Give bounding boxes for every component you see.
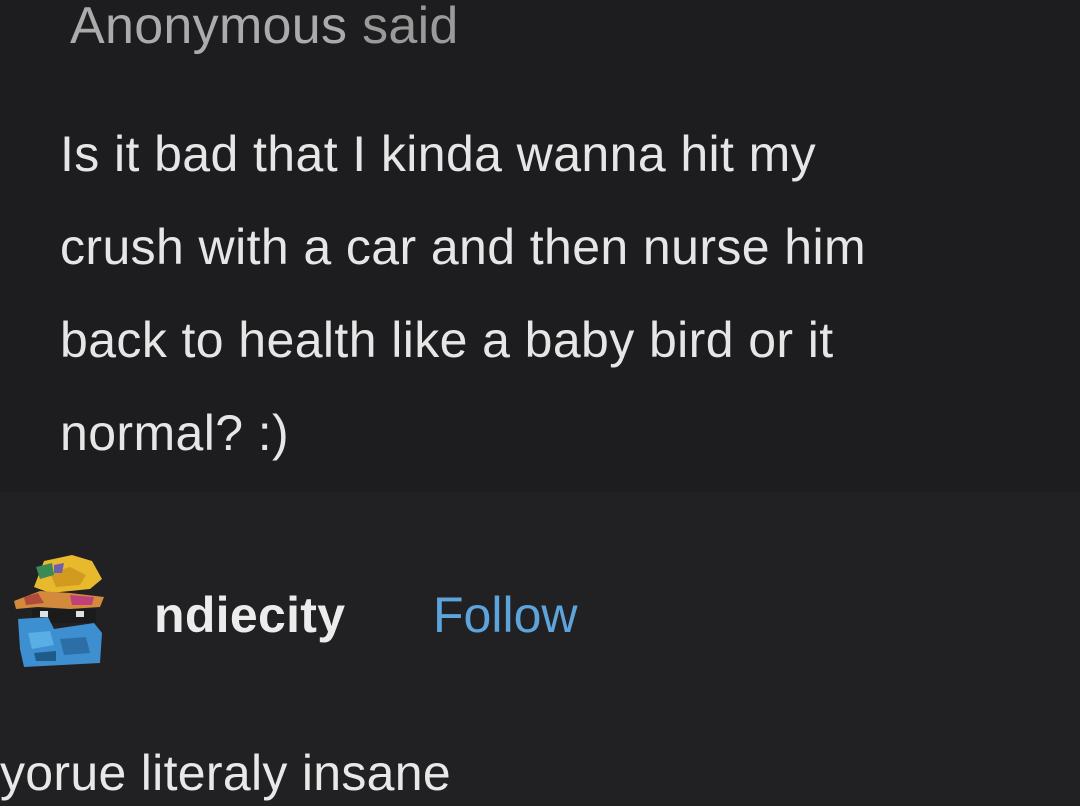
avatar[interactable] [10, 553, 108, 671]
follow-button[interactable]: Follow [433, 585, 577, 645]
reply-text: yorue literaly insane [0, 745, 451, 801]
asker-line: Anonymous said [70, 0, 459, 58]
pixel-art-avatar-icon [14, 555, 104, 667]
ask-question-text: Is it bad that I kinda wanna hit my crus… [60, 126, 867, 461]
ask-box: Anonymous said Is it bad that I kinda wa… [0, 0, 1080, 492]
asker-said: said [362, 0, 459, 55]
asker-name: Anonymous [70, 0, 348, 55]
username[interactable]: ndiecity [154, 585, 345, 645]
